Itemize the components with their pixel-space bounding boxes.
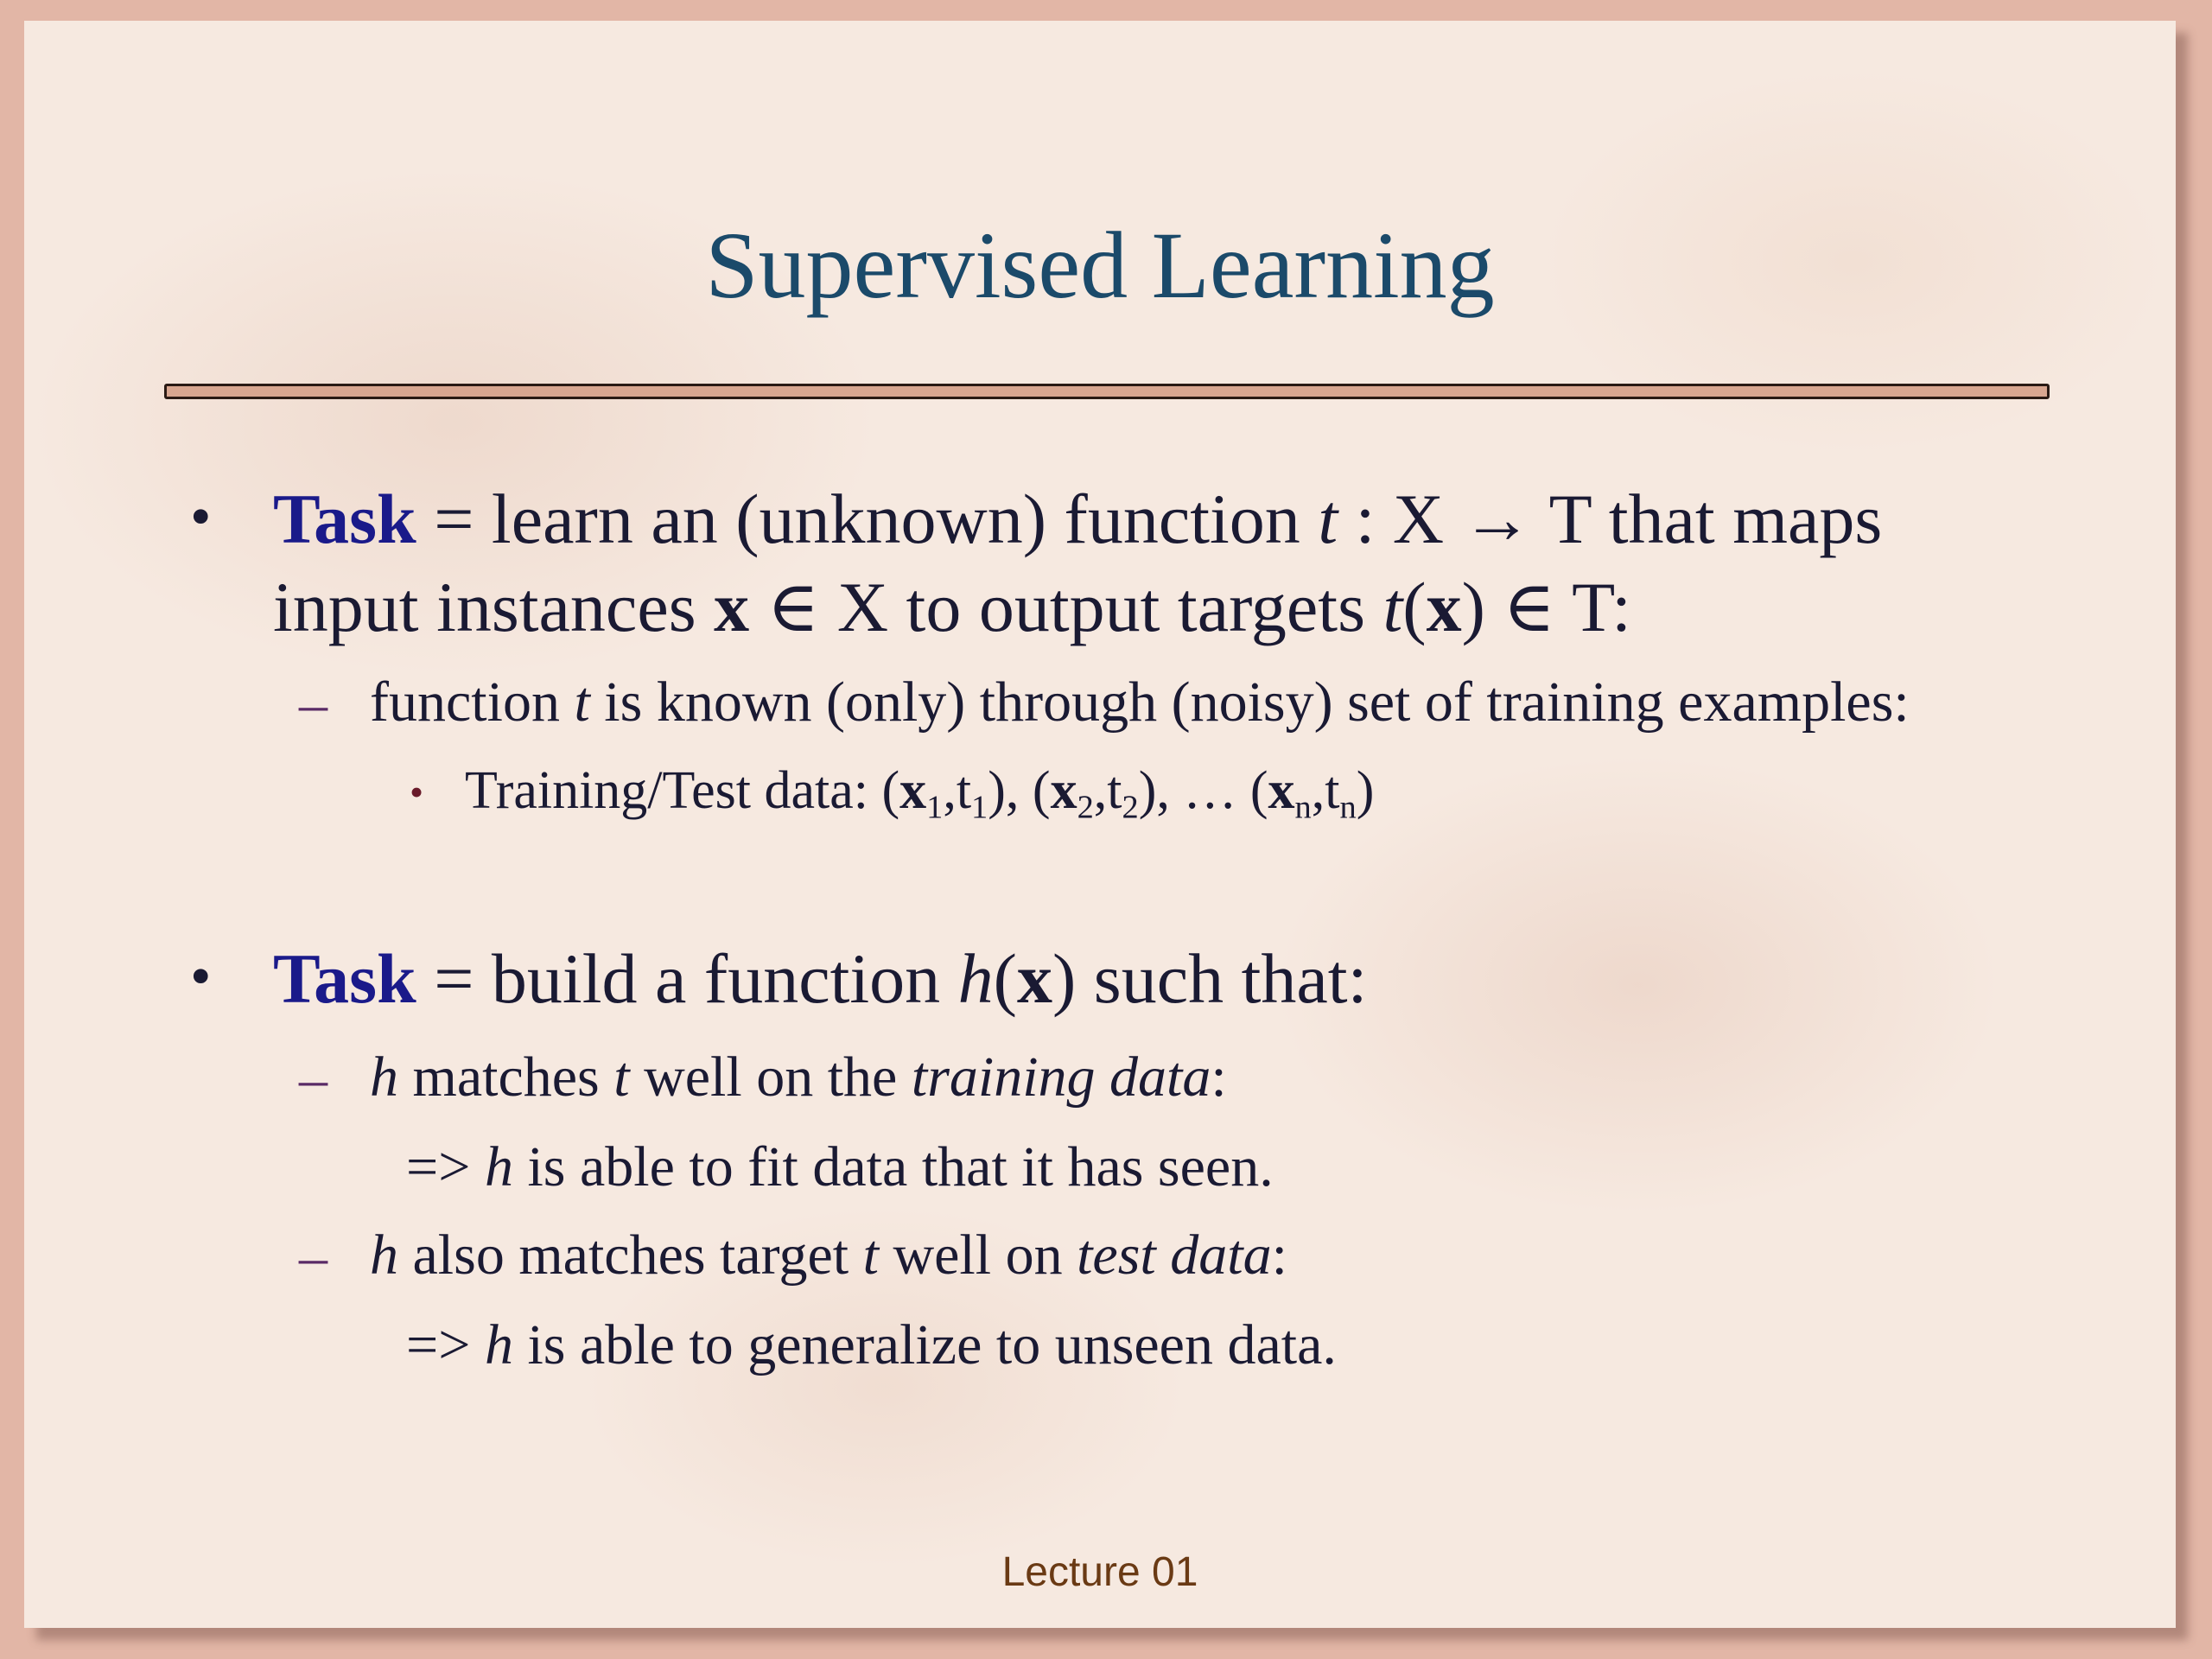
text: = build a function [416,939,958,1018]
bullet-2-icon: • [190,944,212,1010]
arrow-icon: → [1461,480,1533,558]
subscript: n [1294,789,1312,826]
text: => [406,1135,485,1198]
slide-title: Supervised Learning [705,213,1495,318]
dash-2-icon: – [299,1047,327,1110]
var-t: t [1318,480,1338,558]
bullet-1-line-2: input instances x ∈ X to output targets … [273,572,1631,643]
text: ( [1402,568,1427,646]
result-line-2: => h is able to generalize to unseen dat… [406,1317,1337,1374]
dash-1-icon: – [299,672,327,735]
text: ) [1052,939,1077,1018]
var-x: x [1050,761,1077,820]
var-h: h [484,1313,513,1376]
text: is known (only) through (noisy) set of t… [589,671,1910,734]
bullet-1-icon: • [190,484,212,550]
sub-bullet-2: h matches t well on the training data: [370,1049,1227,1106]
text: also matches target [398,1224,863,1287]
text: => [406,1313,485,1376]
var-x: x [1268,761,1295,820]
var-x: x [899,761,927,820]
element-of-symbol: ∈ [749,568,837,646]
text: Training/Test data: ( [465,761,900,820]
subscript: 1 [926,789,944,826]
var-x: x [1426,568,1462,646]
var-h: h [957,939,994,1018]
subscript: 2 [1122,789,1139,826]
var-t: t [613,1046,630,1109]
subscript: n [1339,789,1357,826]
var-h: h [370,1224,398,1287]
var-t: t [862,1224,879,1287]
var-t: t [574,671,590,734]
var-h: h [484,1135,513,1198]
text: ), ( [988,761,1051,820]
small-bullet-icon: • [410,770,424,814]
text: : X [1338,480,1462,558]
text: ,t [1311,761,1340,820]
text: input instances [273,568,715,646]
sub-bullet-1: function t is known (only) through (nois… [370,674,1910,731]
text: X to output targets [836,568,1383,646]
task-keyword: Task [273,480,416,558]
result-line-1: => h is able to fit data that it has see… [406,1139,1274,1196]
text: ( [993,939,1017,1018]
text: is able to generalize to unseen data. [512,1313,1337,1376]
text: function [370,671,575,734]
subscript: 1 [971,789,988,826]
slide: Supervised Learning • Task = learn an (u… [24,21,2176,1628]
text: = learn an (unknown) function [416,480,1319,558]
subscript: 2 [1077,789,1094,826]
text: ) [1356,761,1375,820]
text: : [1211,1046,1227,1109]
var-x: x [714,568,750,646]
element-of-symbol: ∈ [1484,568,1573,646]
text: T: [1572,568,1631,646]
text: T that maps [1532,480,1883,558]
bullet-1-line-1: Task = learn an (unknown) function t : X… [273,484,1882,555]
task-keyword: Task [273,939,416,1018]
text: ), … ( [1138,761,1268,820]
text: ,t [1093,761,1122,820]
text: : [1271,1224,1287,1287]
text: ,t [943,761,972,820]
text: is able to fit data that it has seen. [512,1135,1274,1198]
var-x: x [1016,939,1052,1018]
text: ) [1461,568,1485,646]
test-data-term: test data [1077,1224,1272,1287]
title-divider [164,384,2050,399]
text: matches [398,1046,614,1109]
sub-bullet-3: h also matches target t well on test dat… [370,1227,1287,1284]
dash-3-icon: – [299,1225,327,1288]
training-data-term: training data [911,1046,1211,1109]
var-t: t [1382,568,1403,646]
text: well on [878,1224,1077,1287]
text: such that: [1076,939,1368,1018]
bullet-2-line-1: Task = build a function h(x) such that: [273,944,1367,1014]
text: well on the [629,1046,912,1109]
sub-sub-bullet-1: Training/Test data: (x1,t1), (x2,t2), … … [465,761,1375,824]
slide-footer: Lecture 01 [1001,1549,1198,1595]
var-h: h [370,1046,398,1109]
